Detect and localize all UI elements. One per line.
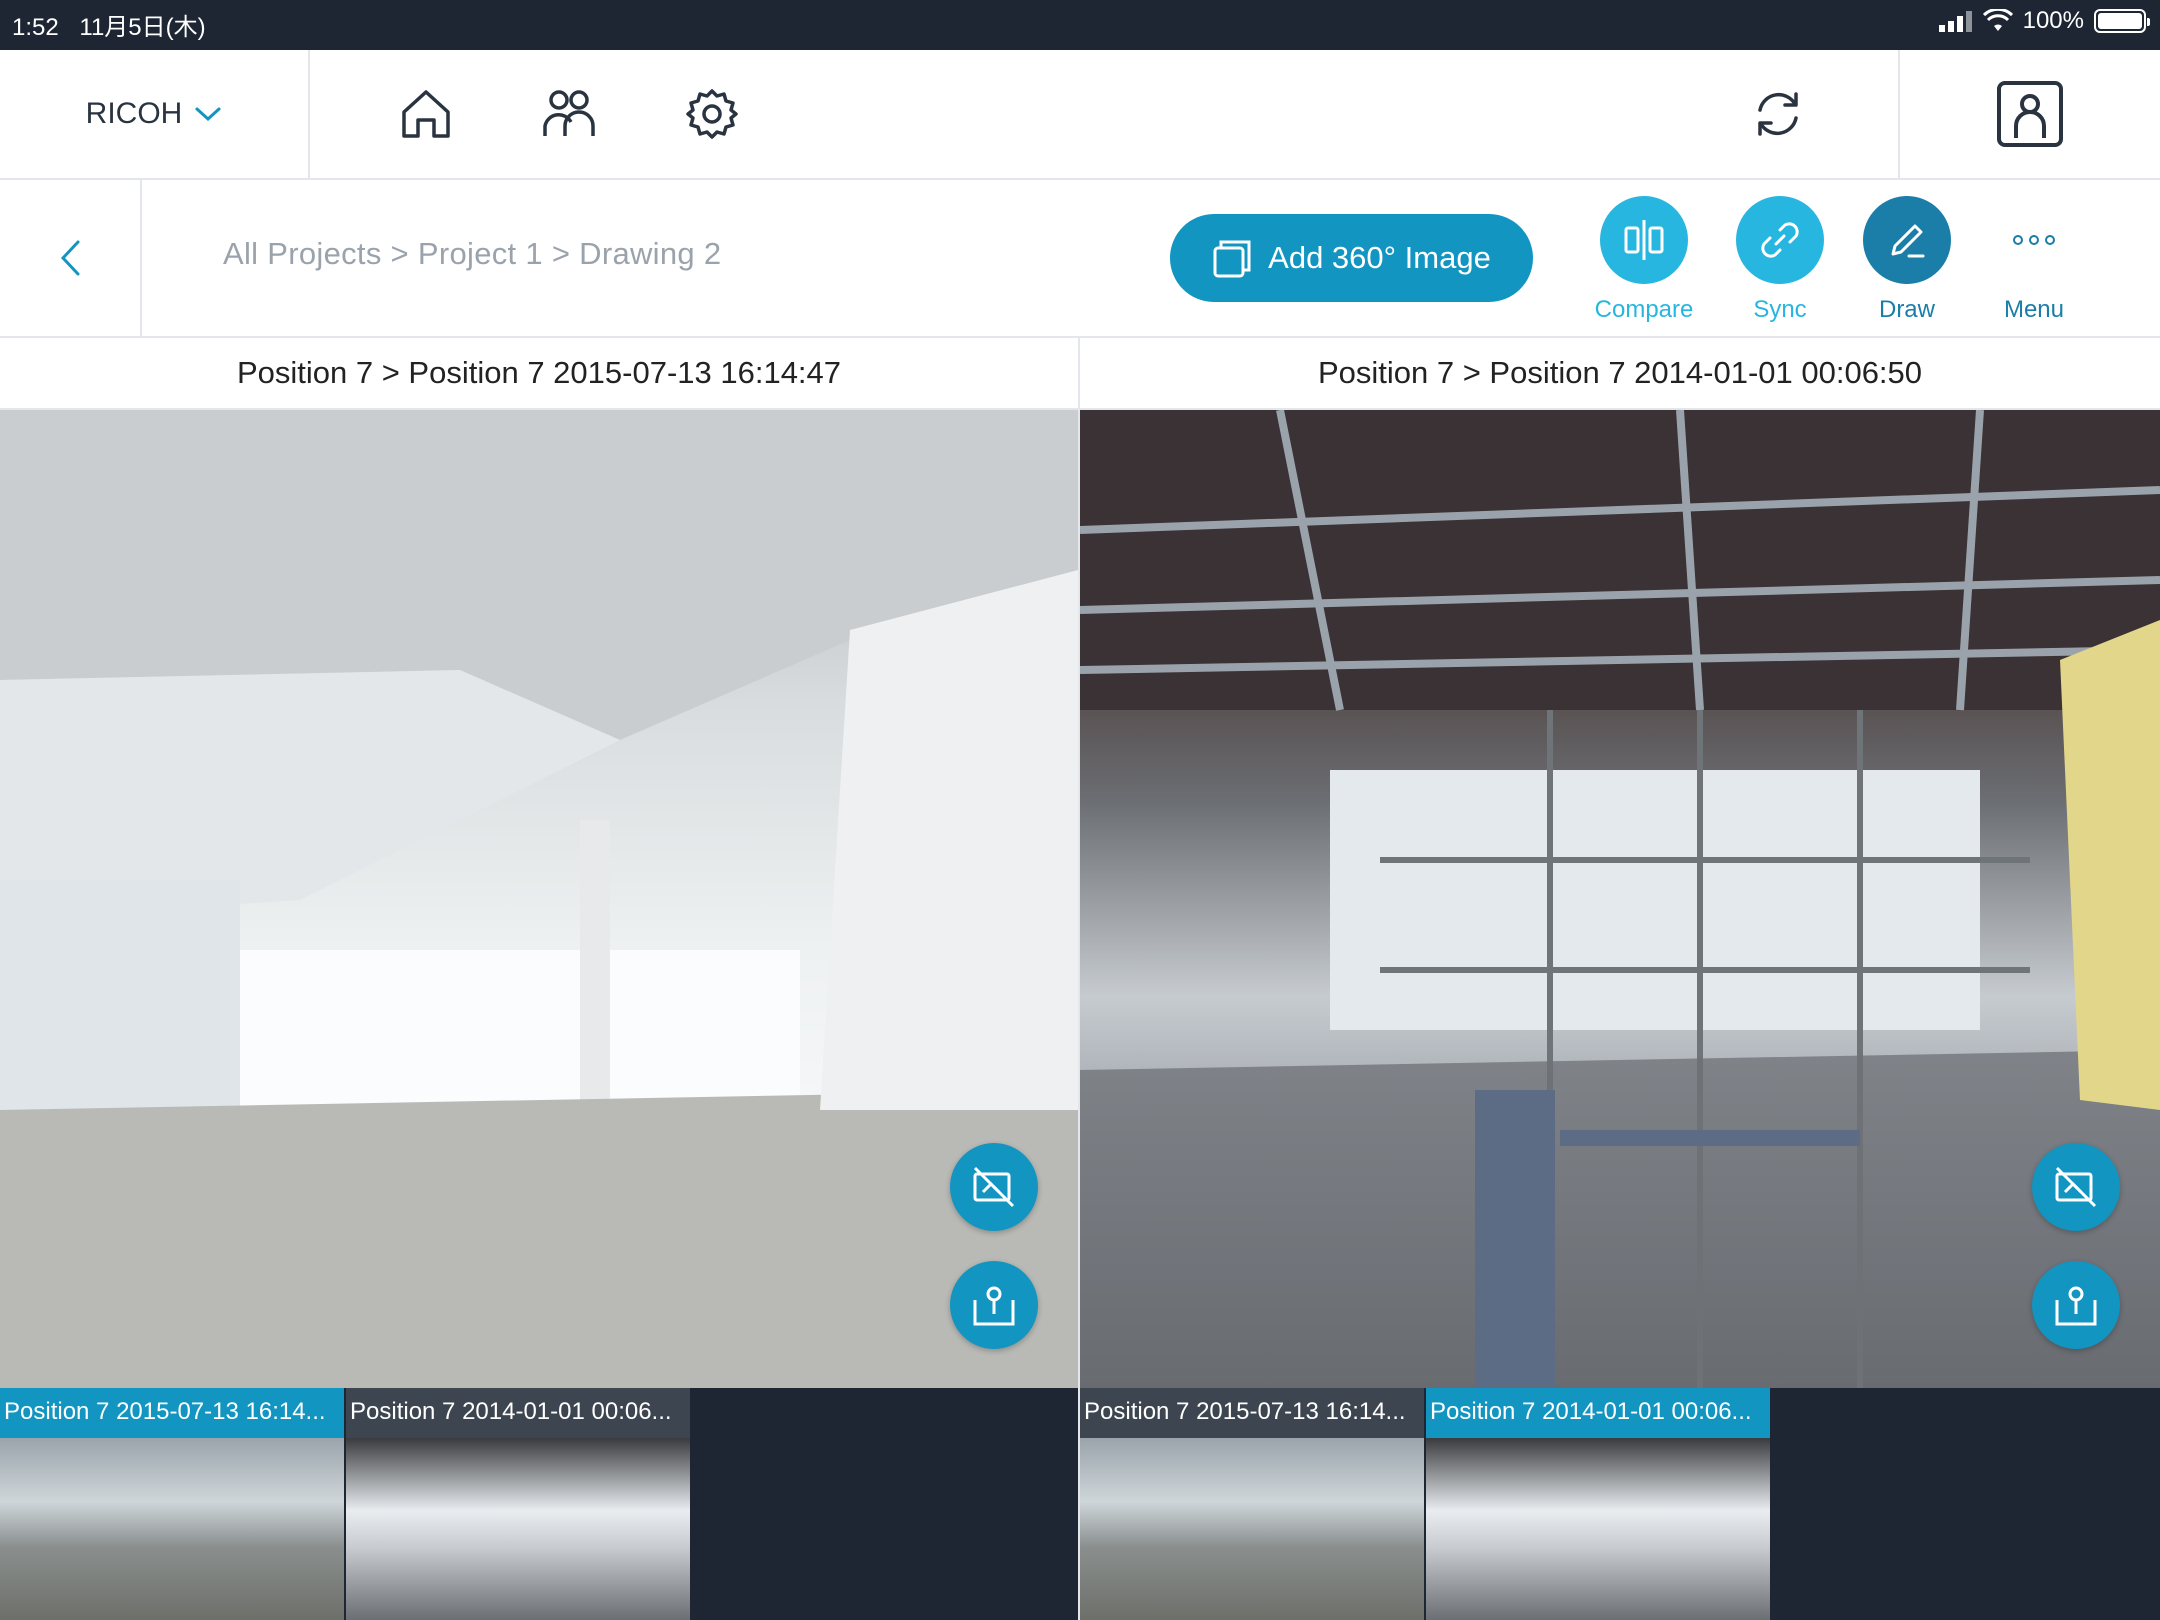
compare-icon (1624, 220, 1664, 260)
hide-drawing-button[interactable] (950, 1143, 1038, 1231)
thumbnail-caption: Position 7 2015-07-13 16:14... (1080, 1388, 1424, 1438)
thumbnail-caption: Position 7 2014-01-01 00:06... (1426, 1388, 1770, 1438)
sync-button[interactable]: Sync (1715, 196, 1845, 326)
thumbnail-item[interactable]: Position 7 2015-07-13 16:14... (0, 1388, 344, 1620)
thumbnail-caption: Position 7 2015-07-13 16:14... (0, 1388, 344, 1438)
brand-dropdown[interactable]: RICOH (0, 50, 310, 178)
status-time: 1:52 (12, 14, 59, 41)
show-on-map-button[interactable] (950, 1261, 1038, 1349)
toolbar: All Projects > Project 1 > Drawing 2 Add… (0, 180, 2160, 338)
chevron-left-icon (60, 240, 80, 276)
users-icon[interactable] (541, 86, 597, 142)
breadcrumb[interactable]: All Projects > Project 1 > Drawing 2 (223, 236, 721, 272)
brand-label: RICOH (85, 97, 183, 130)
compare-label: Compare (1594, 296, 1694, 323)
refresh-icon[interactable] (1750, 86, 1806, 142)
signal-icon (1938, 11, 1972, 32)
menu-circle (1990, 196, 2078, 284)
battery-icon (2094, 9, 2150, 33)
menu-button[interactable]: Menu (1969, 196, 2099, 326)
map-pin-icon (973, 1286, 1015, 1326)
gear-icon[interactable] (684, 86, 740, 142)
thumbnail-caption: Position 7 2014-01-01 00:06... (346, 1388, 690, 1438)
right-panel-title: Position 7 > Position 7 2014-01-01 00:06… (1080, 338, 2160, 410)
home-icon[interactable] (398, 86, 454, 142)
status-date: 11月5日(木) (79, 14, 206, 41)
map-pin-icon (2055, 1286, 2097, 1326)
add-360-image-label: Add 360° Image (1268, 240, 1491, 275)
pencil-icon (1891, 224, 1925, 258)
thumbnail-image (1426, 1438, 1770, 1620)
profile-icon[interactable] (1996, 80, 2064, 148)
draw-button[interactable]: Draw (1842, 196, 1972, 326)
add-360-image-button[interactable]: Add 360° Image (1170, 214, 1533, 302)
right-thumbnail-strip: Position 7 2015-07-13 16:14... Position … (1080, 1388, 2160, 1620)
right-360-viewer[interactable] (1080, 410, 2160, 1388)
thumbnail-image (346, 1438, 690, 1620)
finished-interior-image (0, 410, 1078, 1388)
menu-label: Menu (2003, 296, 2065, 323)
chevron-down-icon (195, 107, 221, 122)
left-thumbnail-strip: Position 7 2015-07-13 16:14... Position … (0, 1388, 1078, 1620)
profile-area (1898, 50, 2160, 178)
left-panel-title: Position 7 > Position 7 2015-07-13 16:14… (0, 338, 1078, 410)
sync-label: Sync (1753, 296, 1807, 323)
draw-circle (1863, 196, 1951, 284)
status-bar: 1:52 11月5日(木) 100% (0, 0, 2160, 50)
add-images-icon (1213, 240, 1251, 278)
thumbnail-item[interactable]: Position 7 2014-01-01 00:06... (1426, 1388, 1770, 1620)
construction-site-image (1080, 410, 2160, 1388)
left-360-viewer[interactable] (0, 410, 1078, 1388)
thumbnail-item[interactable]: Position 7 2014-01-01 00:06... (346, 1388, 690, 1620)
hide-drawing-icon (2055, 1166, 2097, 1208)
thumbnail-image (1080, 1438, 1424, 1620)
show-on-map-button-right[interactable] (2032, 1261, 2120, 1349)
battery-percent: 100% (2022, 7, 2084, 34)
more-horizontal-icon (2013, 235, 2055, 245)
hide-drawing-icon (973, 1166, 1015, 1208)
thumbnail-item[interactable]: Position 7 2015-07-13 16:14... (1080, 1388, 1424, 1620)
sync-circle (1736, 196, 1824, 284)
top-nav: RICOH (0, 50, 2160, 180)
thumbnail-image (0, 1438, 344, 1620)
back-button[interactable] (0, 180, 142, 336)
link-icon (1761, 222, 1799, 258)
wifi-icon (1982, 9, 2013, 31)
compare-circle (1600, 196, 1688, 284)
draw-label: Draw (1878, 296, 1935, 323)
compare-button[interactable]: Compare (1579, 196, 1709, 326)
hide-drawing-button-right[interactable] (2032, 1143, 2120, 1231)
